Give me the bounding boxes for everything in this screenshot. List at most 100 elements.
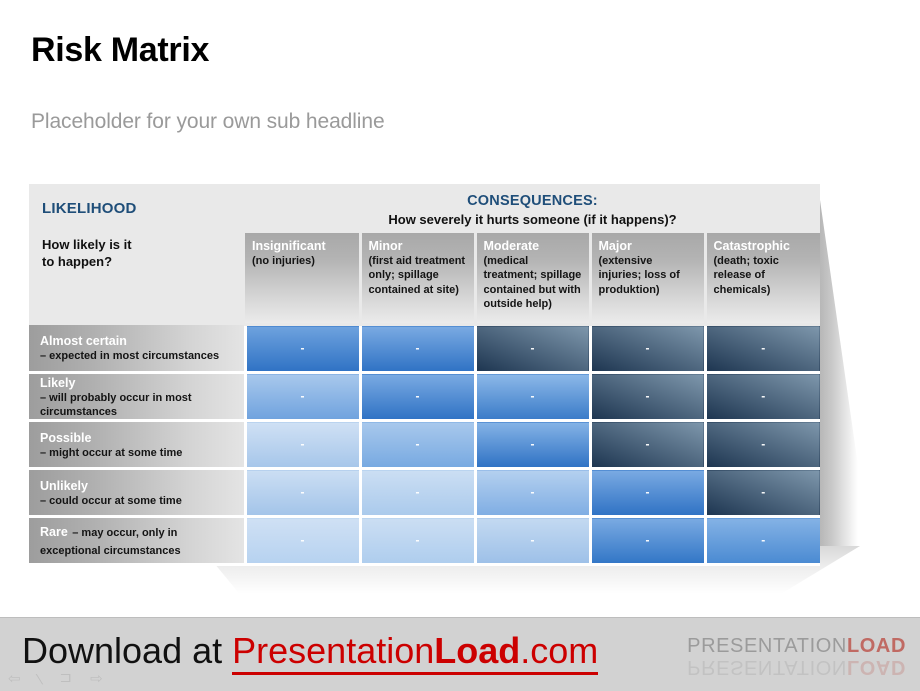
risk-cell-marker: - (415, 484, 420, 499)
risk-cell-marker: - (415, 388, 420, 403)
risk-cell-r4c3[interactable]: - (588, 516, 705, 567)
risk-cell-marker: - (415, 532, 420, 547)
risk-cell-r0c1[interactable]: - (358, 324, 475, 374)
column-header-name: Major (598, 239, 632, 253)
table-row: Likely – will probably occur in most cir… (29, 372, 820, 423)
risk-cell-marker: - (761, 436, 766, 451)
risk-cell-r0c3[interactable]: - (588, 324, 705, 374)
column-header-moderate[interactable]: Moderate (medical treatment; spillage co… (473, 233, 590, 326)
risk-cell-r0c2[interactable]: - (473, 324, 590, 374)
column-header-name: Insignificant (252, 239, 326, 253)
risk-cell-marker: - (530, 484, 535, 499)
matrix-header-band: LIKELIHOOD How likely is it to happen? C… (29, 184, 820, 325)
risk-matrix-table: LIKELIHOOD How likely is it to happen? C… (29, 184, 820, 567)
row-header-name: Almost certain (40, 333, 127, 348)
risk-cell-marker: - (761, 388, 766, 403)
row-header-likely[interactable]: Likely – will probably occur in most cir… (29, 372, 245, 423)
risk-cell-marker: - (761, 484, 766, 499)
risk-cell-r0c0[interactable]: - (243, 324, 360, 374)
table-row: Almost certain – expected in most circum… (29, 324, 820, 374)
likelihood-question-line2: to happen? (42, 254, 113, 270)
risk-cell-r0c4[interactable]: - (703, 324, 820, 374)
column-header-major[interactable]: Major (extensive injuries; loss of produ… (588, 233, 705, 326)
table-row: Rare – may occur, only in exceptional ci… (29, 516, 820, 567)
row-header-almost-certain[interactable]: Almost certain – expected in most circum… (29, 324, 245, 374)
row-header-rare[interactable]: Rare – may occur, only in exceptional ci… (29, 516, 245, 567)
risk-cell-marker: - (300, 532, 305, 547)
likelihood-header-cell: LIKELIHOOD How likely is it to happen? (29, 184, 245, 325)
risk-cell-marker: - (530, 532, 535, 547)
risk-cell-r1c4[interactable]: - (703, 372, 820, 423)
footer-brand-tld: .com (520, 630, 599, 671)
risk-cell-marker: - (415, 436, 420, 451)
logo-reflection-presentation: PRESENTATION (687, 656, 847, 678)
footer-download-label: Download at (22, 630, 233, 671)
column-header-desc: (no injuries) (252, 255, 315, 268)
row-header-unlikely[interactable]: Unlikely – could occur at some time (29, 468, 245, 519)
logo-text: PRESENTATIONLOAD (687, 636, 906, 656)
risk-cell-r4c0[interactable]: - (243, 516, 360, 567)
page-subtitle: Placeholder for your own sub headline (31, 110, 385, 133)
risk-cell-r3c1[interactable]: - (358, 468, 475, 519)
column-header-name: Catastrophic (713, 239, 790, 253)
logo-reflection-load: LOAD (846, 656, 906, 678)
risk-cell-r3c3[interactable]: - (588, 468, 705, 519)
slide-canvas: Risk Matrix Placeholder for your own sub… (0, 0, 920, 617)
column-header-catastrophic[interactable]: Catastrophic (death; toxic release of ch… (703, 233, 820, 326)
column-header-insignificant[interactable]: Insignificant (no injuries) (245, 233, 360, 326)
row-header-name: Unlikely (40, 478, 88, 493)
row-header-name: Rare (40, 524, 68, 539)
risk-cell-r3c2[interactable]: - (473, 468, 590, 519)
row-header-desc: – might occur at some time (40, 446, 183, 459)
risk-cell-r2c3[interactable]: - (588, 420, 705, 471)
row-header-desc: – will probably occur in most circumstan… (40, 392, 192, 418)
risk-cell-r4c2[interactable]: - (473, 516, 590, 567)
row-header-desc: – could occur at some time (40, 494, 182, 507)
risk-cell-r4c4[interactable]: - (703, 516, 820, 567)
risk-cell-r3c0[interactable]: - (243, 468, 360, 519)
risk-cell-marker: - (530, 340, 535, 355)
consequences-header-cell: CONSEQUENCES: How severely it hurts some… (245, 184, 820, 233)
risk-cell-marker: - (761, 532, 766, 547)
risk-cell-marker: - (645, 484, 650, 499)
logo-reflection: PRESENTATIONLOAD (687, 656, 906, 678)
risk-cell-marker: - (530, 436, 535, 451)
row-header-possible[interactable]: Possible – might occur at some time (29, 420, 245, 471)
table-row: Possible – might occur at some time - - … (29, 420, 820, 471)
column-header-desc: (medical treatment; spillage contained b… (483, 255, 582, 310)
footer-brand-link[interactable]: PresentationLoad.com (232, 630, 599, 675)
risk-cell-r3c4[interactable]: - (703, 468, 820, 519)
risk-cell-marker: - (761, 340, 766, 355)
risk-cell-marker: - (415, 340, 420, 355)
likelihood-question: How likely is it to happen? (42, 236, 245, 270)
risk-cell-marker: - (300, 436, 305, 451)
risk-cell-r4c1[interactable]: - (358, 516, 475, 567)
presentationload-logo: PRESENTATIONLOAD PRESENTATIONLOAD (687, 636, 906, 678)
risk-cell-r1c2[interactable]: - (473, 372, 590, 423)
column-header-desc: (first aid treatment only; spillage cont… (368, 255, 466, 296)
navigation-glyphs-reflection: ⇦ ∕ ⊐ ⇨ (8, 670, 110, 687)
footer-brand-bold: Load (434, 630, 521, 671)
risk-cell-marker: - (645, 340, 650, 355)
risk-cell-r1c3[interactable]: - (588, 372, 705, 423)
risk-cell-marker: - (300, 340, 305, 355)
logo-presentation-text: PRESENTATION (687, 635, 847, 657)
likelihood-title: LIKELIHOOD (42, 200, 137, 217)
risk-cell-marker: - (530, 388, 535, 403)
row-header-name: Likely (40, 376, 76, 390)
page-title: Risk Matrix (31, 31, 210, 69)
row-header-name: Possible (40, 430, 92, 445)
footer-download-text: Download at PresentationLoad.com (22, 630, 599, 675)
column-header-minor[interactable]: Minor (first aid treatment only; spillag… (358, 233, 475, 326)
risk-cell-marker: - (645, 532, 650, 547)
risk-cell-r1c1[interactable]: - (358, 372, 475, 423)
risk-cell-r1c0[interactable]: - (243, 372, 360, 423)
consequences-subtitle: How severely it hurts someone (if it hap… (388, 212, 677, 227)
risk-cell-r2c1[interactable]: - (358, 420, 475, 471)
risk-cell-r2c4[interactable]: - (703, 420, 820, 471)
risk-cell-r2c2[interactable]: - (473, 420, 590, 471)
column-header-desc: (death; toxic release of chemicals) (713, 255, 779, 296)
table-row: Unlikely – could occur at some time - - … (29, 468, 820, 519)
page-curl-shadow (818, 186, 858, 546)
risk-cell-r2c0[interactable]: - (243, 420, 360, 471)
